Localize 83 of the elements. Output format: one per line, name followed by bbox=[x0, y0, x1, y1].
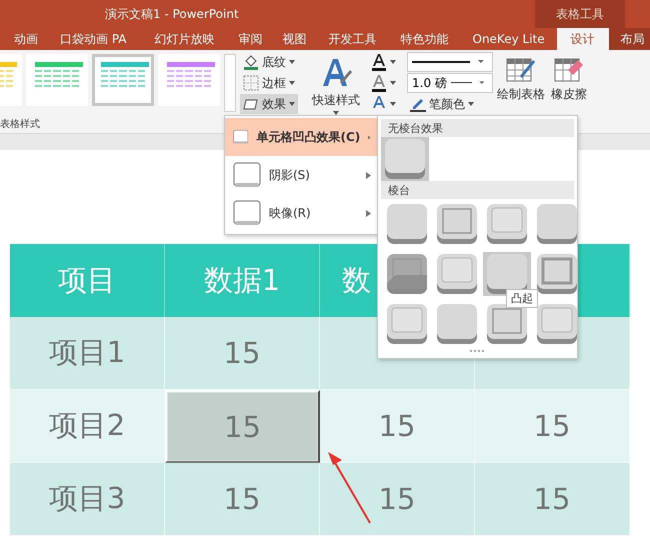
pen-weight-dropdown[interactable]: 1.0 磅 bbox=[407, 73, 493, 93]
cell-icon bbox=[233, 200, 261, 226]
bevel-icon bbox=[536, 303, 578, 345]
table-cell: 项目2 bbox=[10, 390, 165, 463]
bevel-icon bbox=[486, 203, 528, 245]
ribbon-tab[interactable]: 审阅 bbox=[228, 28, 272, 50]
bevel-icon bbox=[386, 253, 428, 295]
eraser-button[interactable]: 橡皮擦 bbox=[551, 56, 587, 103]
caret-icon bbox=[289, 102, 295, 106]
bevel-icon bbox=[384, 138, 426, 180]
bevel-option[interactable] bbox=[381, 137, 429, 181]
table-style-thumbnail[interactable] bbox=[92, 54, 154, 106]
ribbon-tab[interactable]: OneKey Lite bbox=[460, 28, 557, 50]
menu-item[interactable]: 单元格凹凸效果(C) bbox=[225, 118, 379, 156]
bevel-icon bbox=[436, 253, 478, 295]
submenu-arrow-icon bbox=[366, 172, 371, 178]
ribbon-tab[interactable]: 幻灯片放映 bbox=[140, 28, 228, 50]
letter-a-icon bbox=[371, 53, 387, 71]
bevel-icon bbox=[436, 203, 478, 245]
caret-icon bbox=[289, 81, 295, 85]
submenu-arrow-icon bbox=[368, 134, 371, 140]
window-title: 演示文稿1 - PowerPoint bbox=[105, 6, 239, 23]
table-cell: 15 bbox=[320, 463, 475, 536]
context-tab-label: 表格工具 bbox=[535, 0, 625, 28]
effects-button[interactable]: 效果 bbox=[240, 94, 298, 114]
line-icon bbox=[450, 82, 472, 84]
bevel-icon bbox=[536, 253, 578, 295]
bevel-icon bbox=[386, 303, 428, 345]
table-cell: 15 bbox=[165, 463, 320, 536]
eraser-icon bbox=[554, 56, 584, 84]
section-heading: 棱台 bbox=[381, 181, 574, 199]
menu-item[interactable]: 阴影(S) bbox=[225, 156, 379, 194]
bevel-icon bbox=[486, 303, 528, 345]
group-label: 表格样式 bbox=[0, 118, 40, 131]
table-cell: 15 bbox=[320, 390, 475, 463]
borders-button[interactable]: 边框 bbox=[240, 73, 298, 93]
bevel-icon bbox=[486, 253, 528, 295]
caret-icon bbox=[468, 102, 474, 106]
gallery-scrollbar[interactable] bbox=[224, 54, 236, 112]
border-icon bbox=[243, 75, 259, 91]
ribbon-tab[interactable]: 视图 bbox=[272, 28, 316, 50]
paint-bucket-icon bbox=[243, 54, 259, 70]
table-cell: 15 bbox=[475, 463, 630, 536]
quick-styles-button[interactable]: 快速样式 bbox=[312, 56, 360, 115]
submenu-arrow-icon bbox=[366, 210, 371, 216]
cell-icon bbox=[233, 162, 261, 188]
table-cell: 项目1 bbox=[10, 317, 165, 390]
bevel-icon bbox=[436, 303, 478, 345]
section-heading: 无棱台效果 bbox=[381, 119, 574, 137]
table-cell: 15 bbox=[475, 390, 630, 463]
caret-icon bbox=[390, 81, 396, 85]
menu-item-label: 映像(R) bbox=[269, 204, 311, 222]
bevel-icon bbox=[386, 203, 428, 245]
ribbon-tab[interactable]: 设计 bbox=[556, 28, 609, 50]
line-icon bbox=[412, 60, 470, 64]
caret-icon bbox=[390, 60, 396, 64]
pen-style-dropdown[interactable] bbox=[407, 52, 493, 72]
ribbon-tab[interactable]: 口袋动画 PA bbox=[46, 28, 140, 50]
header-cell: 数据1 bbox=[165, 244, 320, 317]
bevel-icon bbox=[536, 203, 578, 245]
table-style-thumbnail[interactable] bbox=[26, 54, 88, 106]
table-cell: 15 bbox=[165, 317, 320, 390]
pen-icon bbox=[410, 96, 426, 112]
beveled-cell: 15 bbox=[165, 390, 320, 463]
ribbon-tab[interactable]: 特色功能 bbox=[388, 28, 460, 50]
tooltip: 凸起 bbox=[506, 289, 538, 308]
caret-icon bbox=[390, 102, 396, 106]
shading-button[interactable]: 底纹 bbox=[240, 52, 298, 72]
table-style-thumbnail[interactable] bbox=[158, 54, 220, 106]
ribbon-tab[interactable]: 开发工具 bbox=[316, 28, 388, 50]
menu-item[interactable]: 映像(R) bbox=[225, 194, 379, 232]
header-cell: 项目 bbox=[10, 244, 165, 317]
menu-item-label: 阴影(S) bbox=[269, 166, 310, 184]
ribbon-tab[interactable]: 动画 bbox=[6, 28, 46, 50]
table-pencil-icon bbox=[506, 56, 536, 84]
letter-a-icon bbox=[371, 74, 387, 92]
effects-icon bbox=[243, 97, 259, 111]
caret-icon bbox=[289, 60, 295, 64]
ribbon-tab[interactable]: 布局 bbox=[608, 28, 650, 50]
draw-table-button[interactable]: 绘制表格 bbox=[497, 56, 545, 103]
table-cell: 项目3 bbox=[10, 463, 165, 536]
menu-item-label: 单元格凹凸效果(C) bbox=[256, 128, 360, 146]
pen-color-button[interactable]: 笔颜色 bbox=[407, 94, 493, 114]
